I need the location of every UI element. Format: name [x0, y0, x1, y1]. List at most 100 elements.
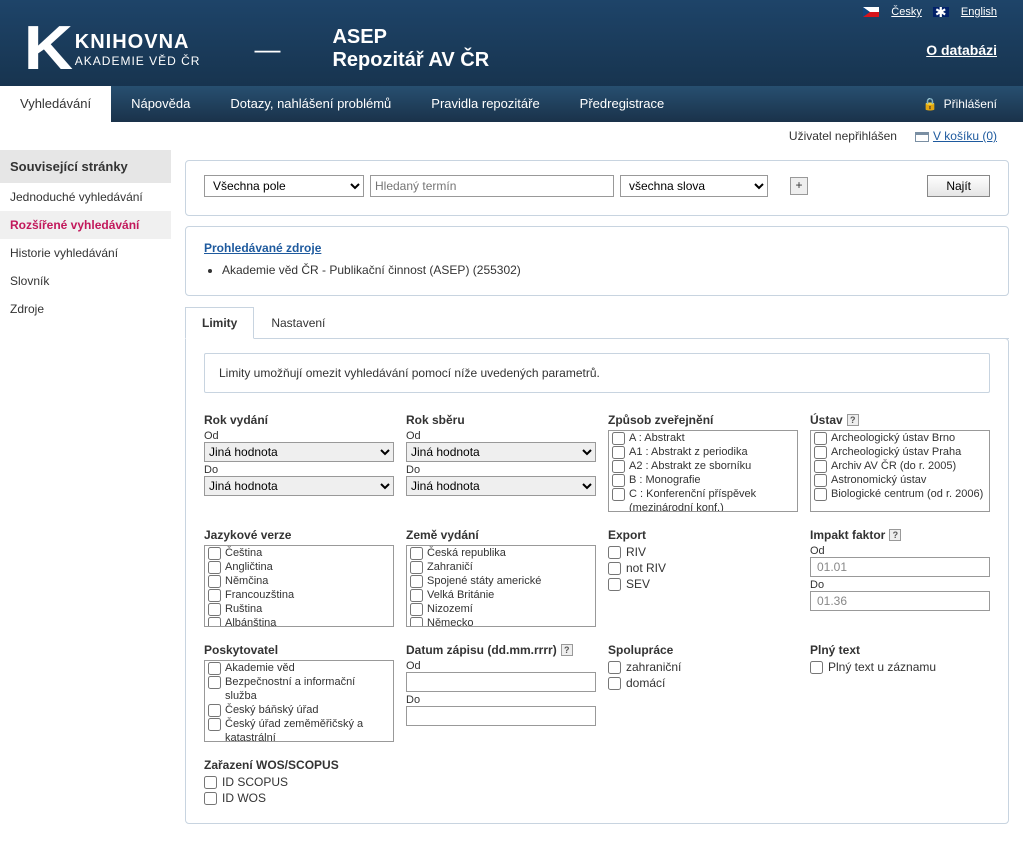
export-notriv[interactable]	[608, 562, 621, 575]
lang-cz-link[interactable]: Česky	[891, 6, 922, 18]
zeme-opt[interactable]	[410, 547, 423, 560]
datum-od-input[interactable]	[406, 672, 596, 692]
poskyt-opt[interactable]	[208, 718, 221, 731]
jazyk-listbox[interactable]: Čeština Angličtina Němčina Francouzština…	[204, 545, 394, 627]
plny-chk[interactable]	[810, 661, 823, 674]
label-do: Do	[406, 464, 596, 476]
wos-scopus[interactable]	[204, 776, 217, 789]
ustav-opt[interactable]	[814, 446, 827, 459]
label-ustav: Ústav?	[810, 413, 990, 427]
label-export: Export	[608, 528, 798, 542]
jazyk-opt[interactable]	[208, 617, 221, 627]
label-do: Do	[810, 579, 990, 591]
impakt-od-input[interactable]	[810, 557, 990, 577]
nav-tab-prereg[interactable]: Předregistrace	[560, 86, 685, 122]
rok-vydani-do-select[interactable]: Jiná hodnota	[204, 476, 394, 496]
export-sev[interactable]	[608, 578, 621, 591]
label-do: Do	[204, 464, 394, 476]
export-riv[interactable]	[608, 546, 621, 559]
label-wos: Zařazení WOS/SCOPUS	[204, 758, 394, 772]
filter-datum: Datum zápisu (dd.mm.rrrr)? Od Do	[406, 643, 596, 742]
spolup-zahr[interactable]	[608, 661, 621, 674]
field-select[interactable]: Všechna pole	[204, 175, 364, 197]
filters-grid: Rok vydání Od Jiná hodnota Do Jiná hodno…	[204, 413, 990, 805]
match-select[interactable]: všechna slova	[620, 175, 768, 197]
spolup-dom[interactable]	[608, 677, 621, 690]
zeme-opt[interactable]	[410, 575, 423, 588]
jazyk-opt[interactable]	[208, 575, 221, 588]
zeme-listbox[interactable]: Česká republika Zahraničí Spojené státy …	[406, 545, 596, 627]
poskyt-listbox[interactable]: Akademie věd Bezpečnostní a informační s…	[204, 660, 394, 742]
ustav-listbox[interactable]: Archeologický ústav Brno Archeologický ú…	[810, 430, 990, 512]
filter-impakt: Impakt faktor? Od Do	[810, 528, 990, 627]
poskyt-opt[interactable]	[208, 662, 221, 675]
label-od: Od	[406, 430, 596, 442]
jazyk-opt[interactable]	[208, 589, 221, 602]
nav-tab-rules[interactable]: Pravidla repozitáře	[411, 86, 559, 122]
zpusob-opt[interactable]	[612, 432, 625, 445]
zpusob-opt[interactable]	[612, 446, 625, 459]
logo-separator: —	[254, 34, 278, 65]
nav-right: 🔒 Přihlášení	[923, 97, 1023, 111]
zeme-opt[interactable]	[410, 603, 423, 616]
filter-ustav: Ústav? Archeologický ústav Brno Archeolo…	[810, 413, 990, 512]
datum-do-input[interactable]	[406, 706, 596, 726]
nav-tab-search[interactable]: Vyhledávání	[0, 86, 111, 122]
label-rok-sberu: Rok sběru	[406, 413, 596, 427]
jazyk-opt[interactable]	[208, 547, 221, 560]
rok-sberu-od-select[interactable]: Jiná hodnota	[406, 442, 596, 462]
logo-k-icon: K	[24, 30, 73, 67]
sidebar-item-sources[interactable]: Zdroje	[0, 295, 171, 323]
sidebar-item-dictionary[interactable]: Slovník	[0, 267, 171, 295]
logo-line2: AKADEMIE VĚD ČR	[75, 54, 201, 68]
zeme-opt[interactable]	[410, 617, 423, 627]
add-row-button[interactable]: +	[790, 177, 808, 195]
sidebar-item-advanced[interactable]: Rozšířené vyhledávání	[0, 211, 171, 239]
zpusob-opt[interactable]	[612, 474, 625, 487]
ustav-opt[interactable]	[814, 488, 827, 501]
login-link[interactable]: Přihlášení	[944, 97, 997, 111]
sidebar-item-history[interactable]: Historie vyhledávání	[0, 239, 171, 267]
filter-spolup: Spolupráce zahraniční domácí	[608, 643, 798, 742]
ustav-opt[interactable]	[814, 432, 827, 445]
zeme-opt[interactable]	[410, 589, 423, 602]
label-datum: Datum zápisu (dd.mm.rrrr)?	[406, 643, 596, 657]
poskyt-opt[interactable]	[208, 704, 221, 717]
label-do: Do	[406, 694, 596, 706]
help-icon[interactable]: ?	[889, 529, 901, 541]
impakt-do-input[interactable]	[810, 591, 990, 611]
wos-wos[interactable]	[204, 792, 217, 805]
filter-rok-sberu: Rok sběru Od Jiná hodnota Do Jiná hodnot…	[406, 413, 596, 512]
rok-sberu-do-select[interactable]: Jiná hodnota	[406, 476, 596, 496]
filter-wos: Zařazení WOS/SCOPUS ID SCOPUS ID WOS	[204, 758, 394, 805]
jazyk-opt[interactable]	[208, 603, 221, 616]
sources-link[interactable]: Prohledávané zdroje	[204, 241, 321, 255]
nav-tab-help[interactable]: Nápověda	[111, 86, 210, 122]
logo-line1: KNIHOVNA	[75, 31, 201, 54]
tab-settings[interactable]: Nastavení	[254, 307, 342, 339]
search-row: Všechna pole všechna slova + Najít	[204, 175, 990, 197]
filter-jazyk: Jazykové verze Čeština Angličtina Němčin…	[204, 528, 394, 627]
sidebar-item-simple[interactable]: Jednoduché vyhledávání	[0, 183, 171, 211]
zpusob-opt[interactable]	[612, 488, 625, 501]
help-icon[interactable]: ?	[847, 414, 859, 426]
ustav-opt[interactable]	[814, 460, 827, 473]
zpusob-listbox[interactable]: A : Abstrakt A1 : Abstrakt z periodika A…	[608, 430, 798, 512]
term-input[interactable]	[370, 175, 614, 197]
sources-panel: Prohledávané zdroje Akademie věd ČR - Pu…	[185, 226, 1009, 296]
label-zeme: Země vydání	[406, 528, 596, 542]
tab-limits[interactable]: Limity	[185, 307, 254, 339]
nav-tab-feedback[interactable]: Dotazy, nahlášení problémů	[210, 86, 411, 122]
about-link[interactable]: O databázi	[926, 42, 997, 58]
zpusob-opt[interactable]	[612, 460, 625, 473]
find-button[interactable]: Najít	[927, 175, 990, 197]
lang-en-link[interactable]: English	[961, 6, 997, 18]
jazyk-opt[interactable]	[208, 561, 221, 574]
ustav-opt[interactable]	[814, 474, 827, 487]
tabbar: Limity Nastavení	[185, 306, 1009, 339]
zeme-opt[interactable]	[410, 561, 423, 574]
rok-vydani-od-select[interactable]: Jiná hodnota	[204, 442, 394, 462]
help-icon[interactable]: ?	[561, 644, 573, 656]
basket-link[interactable]: V košíku (0)	[933, 129, 997, 143]
poskyt-opt[interactable]	[208, 676, 221, 689]
